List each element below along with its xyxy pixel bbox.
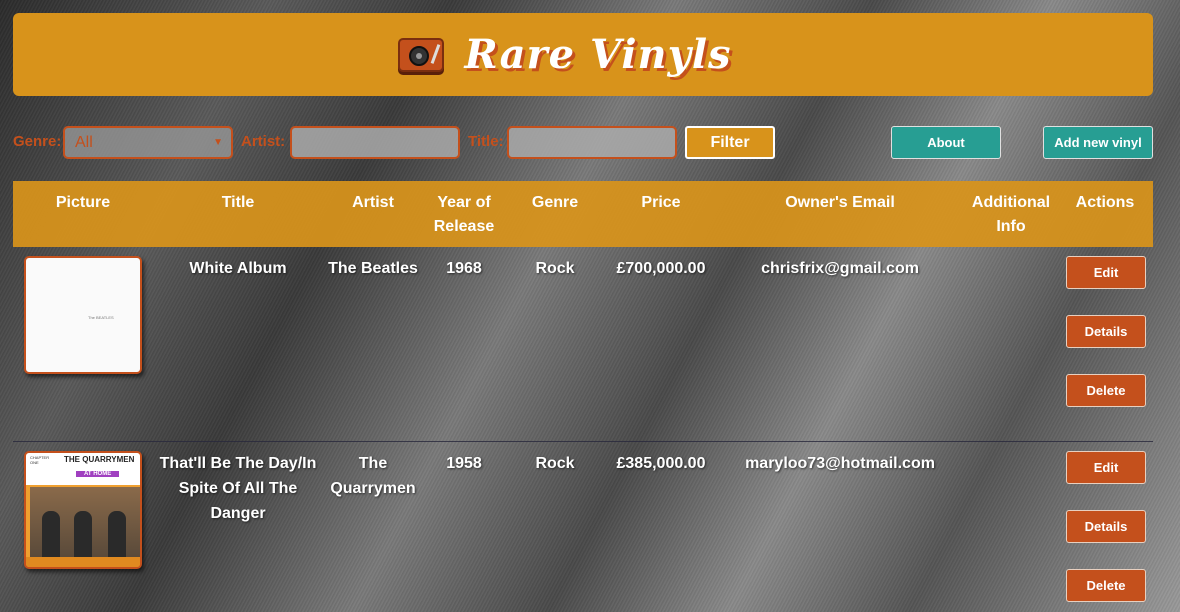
row-divider — [13, 441, 1153, 442]
app-title: Rare Vinyls — [464, 31, 732, 78]
cell-title: White Album — [189, 260, 287, 277]
cell-artist: The Quarrymen — [330, 455, 416, 497]
cell-genre: Rock — [535, 455, 575, 472]
table-header: Picture Title Artist Year of Release Gen… — [13, 181, 1153, 247]
cell-price: £385,000.00 — [616, 455, 706, 472]
album-cover: The BEATLES — [24, 256, 142, 374]
cover-label: CHAPTER ONE — [30, 455, 50, 465]
album-cover: CHAPTER ONE THE QUARRYMEN AT HOME — [24, 451, 142, 569]
column-header-year: Year of Release — [433, 194, 495, 235]
cell-price: £700,000.00 — [616, 260, 706, 277]
cover-text: THE QUARRYMEN — [64, 455, 135, 464]
details-button[interactable]: Details — [1066, 510, 1146, 543]
filter-bar: Genre: All ▼ Artist: Title: Filter About… — [13, 126, 1153, 160]
cell-genre: Rock — [535, 260, 575, 277]
artist-input[interactable] — [290, 126, 460, 159]
cell-email: maryloo73@hotmail.com — [745, 455, 935, 472]
cell-artist: The Beatles — [328, 260, 418, 277]
cover-text: The BEATLES — [88, 315, 114, 320]
genre-select[interactable]: All ▼ — [63, 126, 233, 159]
edit-button[interactable]: Edit — [1066, 451, 1146, 484]
chevron-down-icon: ▼ — [213, 137, 223, 148]
column-header-title: Title — [221, 194, 255, 211]
column-header-email: Owner's Email — [785, 194, 895, 211]
table-row: CHAPTER ONE THE QUARRYMEN AT HOME That'l… — [13, 451, 1153, 612]
edit-button[interactable]: Edit — [1066, 256, 1146, 289]
cell-year: 1968 — [446, 260, 482, 277]
cover-subtext: AT HOME — [76, 471, 120, 477]
column-header-price: Price — [641, 194, 681, 211]
artist-label: Artist: — [241, 133, 286, 150]
table-row: The BEATLES White Album The Beatles 1968… — [13, 256, 1153, 436]
column-header-artist: Artist — [352, 194, 394, 211]
details-button[interactable]: Details — [1066, 315, 1146, 348]
column-header-picture: Picture — [55, 194, 111, 211]
column-header-info: Additional Info — [971, 194, 1051, 235]
app-header: Rare Vinyls — [13, 13, 1153, 96]
title-input[interactable] — [507, 126, 677, 159]
column-header-actions: Actions — [1075, 194, 1135, 211]
cell-title: That'll Be The Day/In Spite Of All The D… — [159, 455, 317, 522]
turntable-icon — [398, 38, 444, 72]
genre-label: Genre: — [13, 133, 62, 150]
title-label: Title: — [468, 133, 504, 150]
cell-email: chrisfrix@gmail.com — [761, 260, 919, 277]
delete-button[interactable]: Delete — [1066, 569, 1146, 602]
column-header-genre: Genre — [531, 194, 579, 211]
genre-select-value: All — [75, 134, 93, 151]
cell-year: 1958 — [446, 455, 482, 472]
delete-button[interactable]: Delete — [1066, 374, 1146, 407]
add-new-vinyl-button[interactable]: Add new vinyl — [1043, 126, 1153, 159]
filter-button[interactable]: Filter — [685, 126, 775, 159]
about-button[interactable]: About — [891, 126, 1001, 159]
